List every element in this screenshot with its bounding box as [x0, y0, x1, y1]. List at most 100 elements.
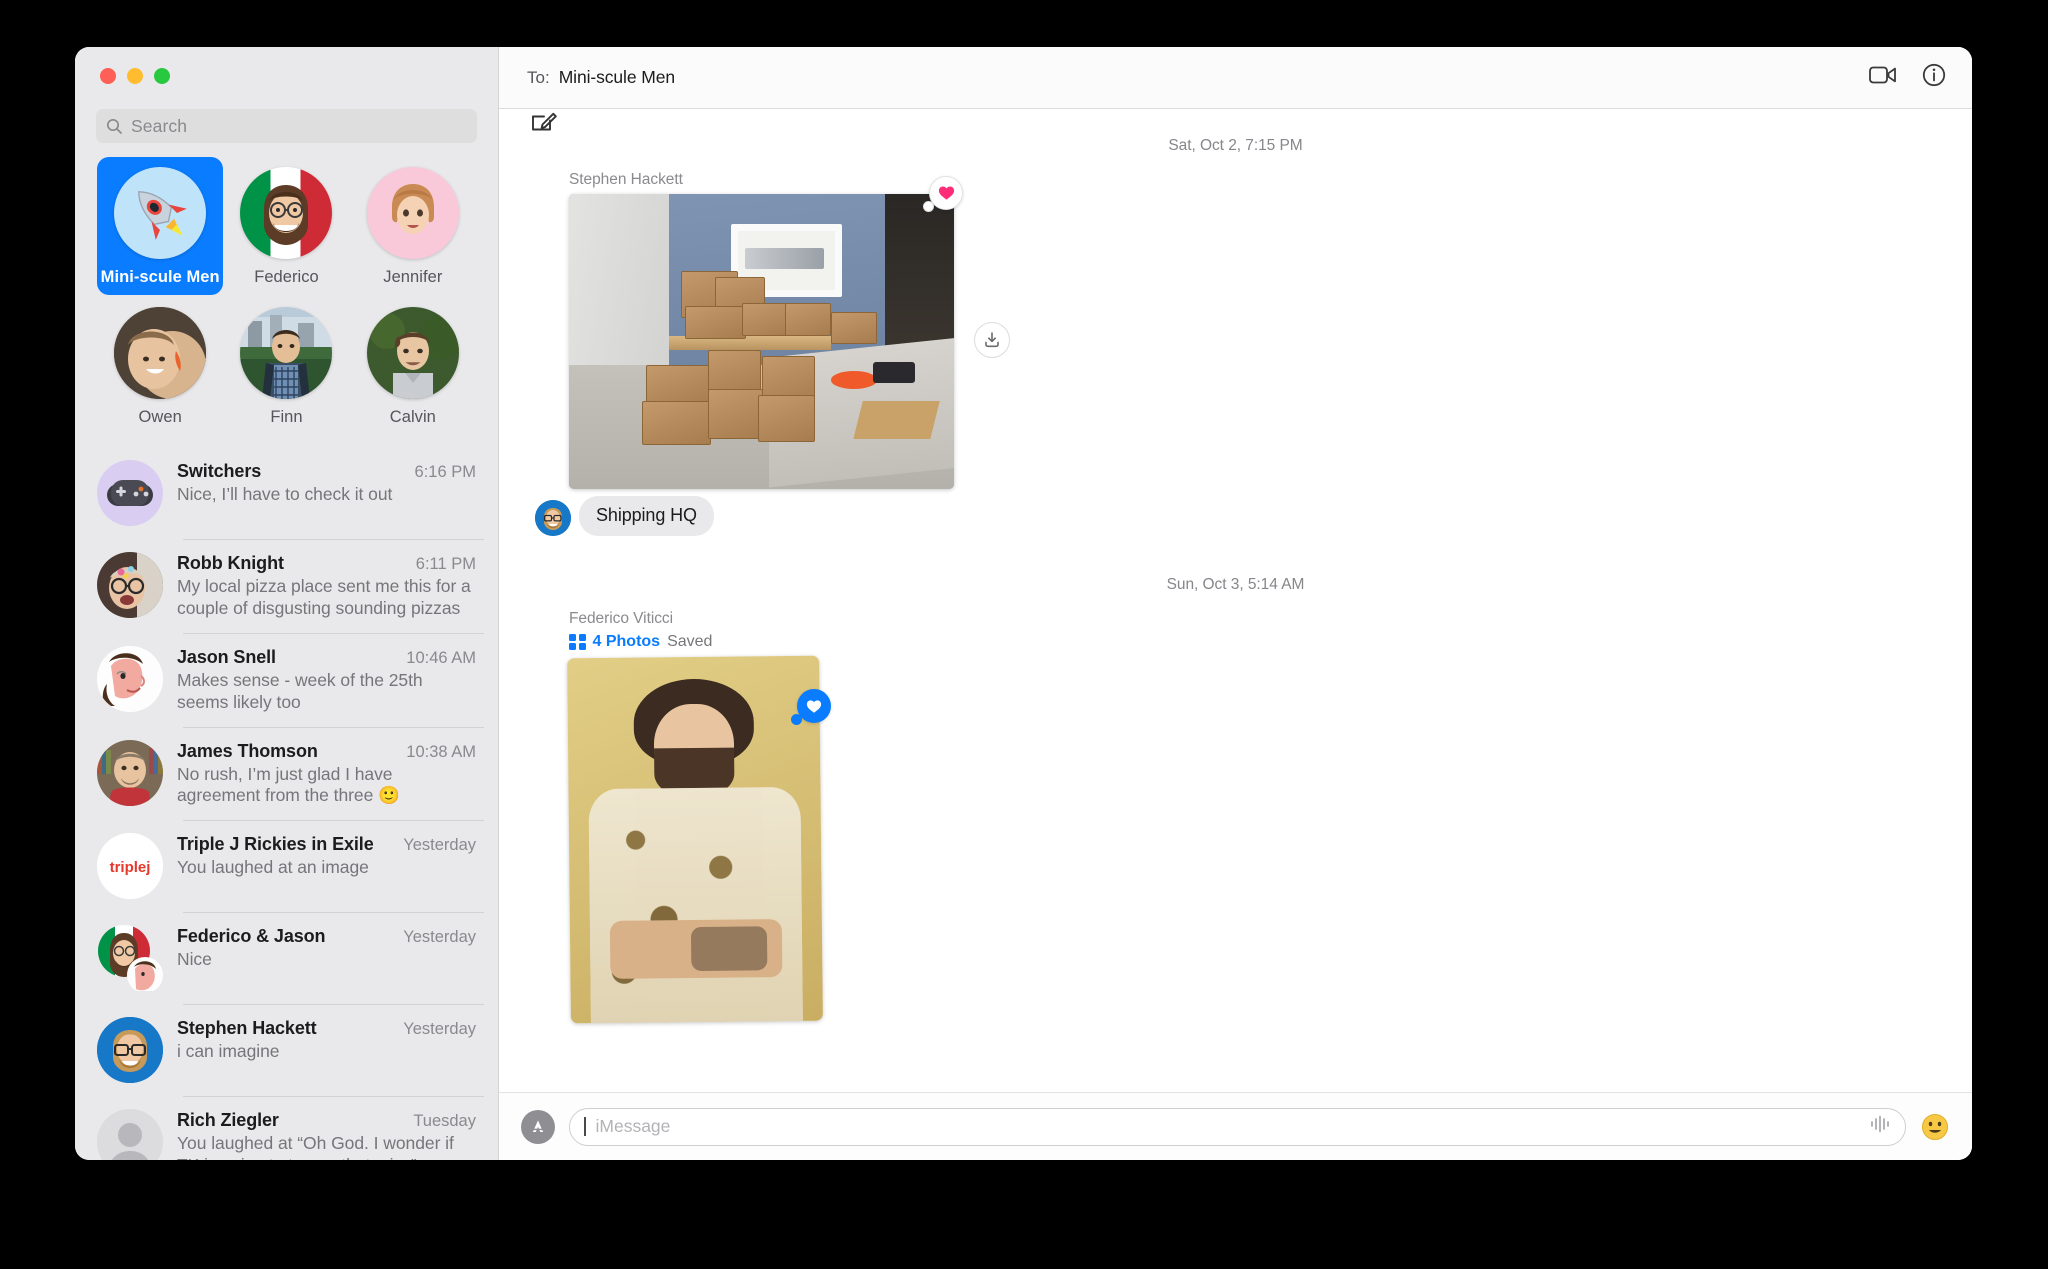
- sidebar: Search Mini-scule Men Federico Jennifer …: [75, 47, 557, 1160]
- message-bubble-text[interactable]: Shipping HQ: [579, 496, 714, 536]
- search-input[interactable]: Search: [96, 109, 477, 143]
- photo-shipping-room[interactable]: [569, 194, 954, 489]
- memoji-blue-glasses-icon: [535, 500, 571, 536]
- conversation-body: James Thomson 10:38 AM No rush, I’m just…: [177, 740, 476, 808]
- conversation-list: Switchers 6:16 PM Nice, I’ll have to che…: [75, 439, 498, 1160]
- memoji-blue-glasses-icon: [97, 1017, 163, 1084]
- attachment-photo-container[interactable]: [567, 655, 831, 1024]
- conversation-row-federico-jason[interactable]: Federico & Jason Yesterday Nice: [75, 912, 498, 1004]
- audio-waveform-icon: [1871, 1115, 1889, 1133]
- pinned-item-mini-scule-men[interactable]: Mini-scule Men: [97, 157, 224, 295]
- audio-message-button[interactable]: [1869, 1115, 1891, 1138]
- conversation-time: 6:11 PM: [415, 555, 476, 573]
- conversation-preview: My local pizza place sent me this for a …: [177, 576, 471, 618]
- bubble-avatar: [535, 500, 571, 536]
- conversation-time: 6:16 PM: [414, 463, 476, 481]
- reaction-heart-pink[interactable]: [923, 176, 963, 212]
- conversation-top: James Thomson 10:38 AM: [177, 741, 476, 762]
- conversation-time: Yesterday: [403, 1020, 476, 1039]
- conversation-row-stephen-hackett[interactable]: Stephen Hackett Yesterday i can imagine: [75, 1004, 498, 1096]
- avatar: [97, 1017, 163, 1084]
- desktop-background: Search Mini-scule Men Federico Jennifer …: [0, 0, 2048, 1269]
- saved-label: Saved: [667, 633, 713, 650]
- pinned-item-calvin[interactable]: Calvin: [350, 297, 476, 435]
- pinned-item-label: Owen: [138, 408, 182, 426]
- pinned-item-owen[interactable]: Owen: [97, 297, 223, 435]
- conversation-row-rich-ziegler[interactable]: Rich Ziegler Tuesday You laughed at “Oh …: [75, 1096, 498, 1160]
- header-actions: [1869, 63, 1946, 92]
- conversation-body: Switchers 6:16 PM Nice, I’ll have to che…: [177, 460, 476, 506]
- pinned-item-jennifer[interactable]: Jennifer: [350, 157, 476, 295]
- conversation-preview: i can imagine: [177, 1041, 280, 1062]
- photo-man-glasses-icon: [97, 552, 163, 618]
- avatar: [97, 645, 163, 712]
- conversation-row-switchers[interactable]: Switchers 6:16 PM Nice, I’ll have to che…: [75, 447, 498, 539]
- conversation-preview: Makes sense - week of the 25th seems lik…: [177, 669, 423, 712]
- recipient-name[interactable]: Mini-scule Men: [559, 67, 675, 88]
- conversation-body: Stephen Hackett Yesterday i can imagine: [177, 1017, 476, 1063]
- conversation-time: 10:46 AM: [406, 648, 476, 667]
- memoji-jennifer-avatar: [366, 167, 459, 259]
- reaction-heart-blue[interactable]: [791, 689, 831, 725]
- conversation-name: Switchers: [177, 461, 262, 481]
- photo-portrait-floral-shirt[interactable]: [567, 655, 823, 1024]
- conversation-top: Federico & Jason Yesterday: [177, 926, 476, 947]
- facetime-video-button[interactable]: [1869, 65, 1897, 90]
- conversation-body: Triple J Rickies in Exile Yesterday You …: [177, 833, 476, 879]
- avatar: [97, 460, 163, 526]
- search-placeholder: Search: [131, 115, 188, 136]
- conversation-row-jason-snell[interactable]: Jason Snell 10:46 AM Makes sense - week …: [75, 632, 498, 727]
- conversation-preview: Nice: [177, 949, 212, 970]
- conversation-name: Stephen Hackett: [177, 1018, 317, 1039]
- conversation-row-james-thomson[interactable]: James Thomson 10:38 AM No rush, I’m just…: [75, 726, 498, 821]
- pinned-item-label: Calvin: [389, 408, 436, 426]
- photos-saved-status[interactable]: 4 Photos Saved: [569, 633, 1936, 651]
- conversation-name: Rich Ziegler: [177, 1110, 279, 1131]
- pinned-item-federico[interactable]: Federico: [223, 157, 349, 295]
- conversation-top: Triple J Rickies in Exile Yesterday: [177, 834, 476, 855]
- minimize-button[interactable]: [127, 68, 143, 84]
- memoji-federico-avatar: [240, 167, 333, 259]
- facetime-video-icon: [1869, 66, 1896, 84]
- pinned-item-finn[interactable]: Finn: [223, 297, 349, 435]
- app-store-icon: [532, 1120, 544, 1132]
- conversation-body: Jason Snell 10:46 AM Makes sense - week …: [177, 646, 476, 714]
- avatar: [97, 552, 163, 618]
- attachment-photo-container[interactable]: [569, 176, 1010, 489]
- download-attachment-button[interactable]: [974, 322, 1010, 358]
- search-container: Search: [75, 109, 498, 143]
- triplej-logo-icon: triplej: [97, 833, 163, 900]
- emoji-smiley-icon: [1922, 1113, 1948, 1140]
- app-store-button[interactable]: [521, 1109, 560, 1146]
- to-label: To:: [527, 67, 550, 87]
- default-person-silhouette-icon: [97, 1109, 163, 1160]
- conversation-preview: You laughed at an image: [177, 857, 369, 878]
- chat-header: To: Mini-scule Men: [499, 47, 1972, 109]
- conversation-time: Yesterday: [403, 836, 476, 855]
- download-icon: [985, 332, 999, 348]
- search-icon: [106, 118, 122, 134]
- message-bubble-row: Shipping HQ: [535, 496, 1936, 536]
- conversation-row-robb-knight[interactable]: Robb Knight 6:11 PM My local pizza place…: [75, 539, 498, 633]
- zoom-button[interactable]: [154, 68, 170, 84]
- cartoon-man-profile-icon: [97, 645, 163, 712]
- emoji-picker-button[interactable]: [1920, 1112, 1950, 1142]
- message-input[interactable]: iMessage: [569, 1107, 1906, 1146]
- memoji-short-hair-icon: [391, 184, 434, 234]
- date-separator: Sat, Oct 2, 7:15 PM: [1168, 137, 1303, 154]
- conversation-info-button[interactable]: [1922, 63, 1946, 92]
- close-button[interactable]: [100, 68, 116, 84]
- conversation-row-triple-j[interactable]: triplej Triple J Rickies in Exile Yester…: [75, 820, 498, 912]
- conversation-name: Jason Snell: [177, 646, 276, 667]
- message-input-bar: iMessage: [499, 1092, 1972, 1160]
- conversation-preview: Nice, I’ll have to check it out: [177, 484, 393, 504]
- pinned-item-label: Finn: [270, 408, 303, 426]
- messages-window: Search Mini-scule Men Federico Jennifer …: [75, 47, 1972, 1160]
- photo-calvin-avatar: [366, 307, 459, 399]
- conversation-name: James Thomson: [177, 740, 318, 761]
- photo-boy-cityscape-icon: [240, 307, 333, 399]
- saved-photos-count[interactable]: 4 Photos: [593, 633, 661, 651]
- avatar: [97, 925, 163, 994]
- window-traffic-lights: [75, 47, 498, 105]
- message-sender-name: Federico Viticci: [569, 610, 674, 627]
